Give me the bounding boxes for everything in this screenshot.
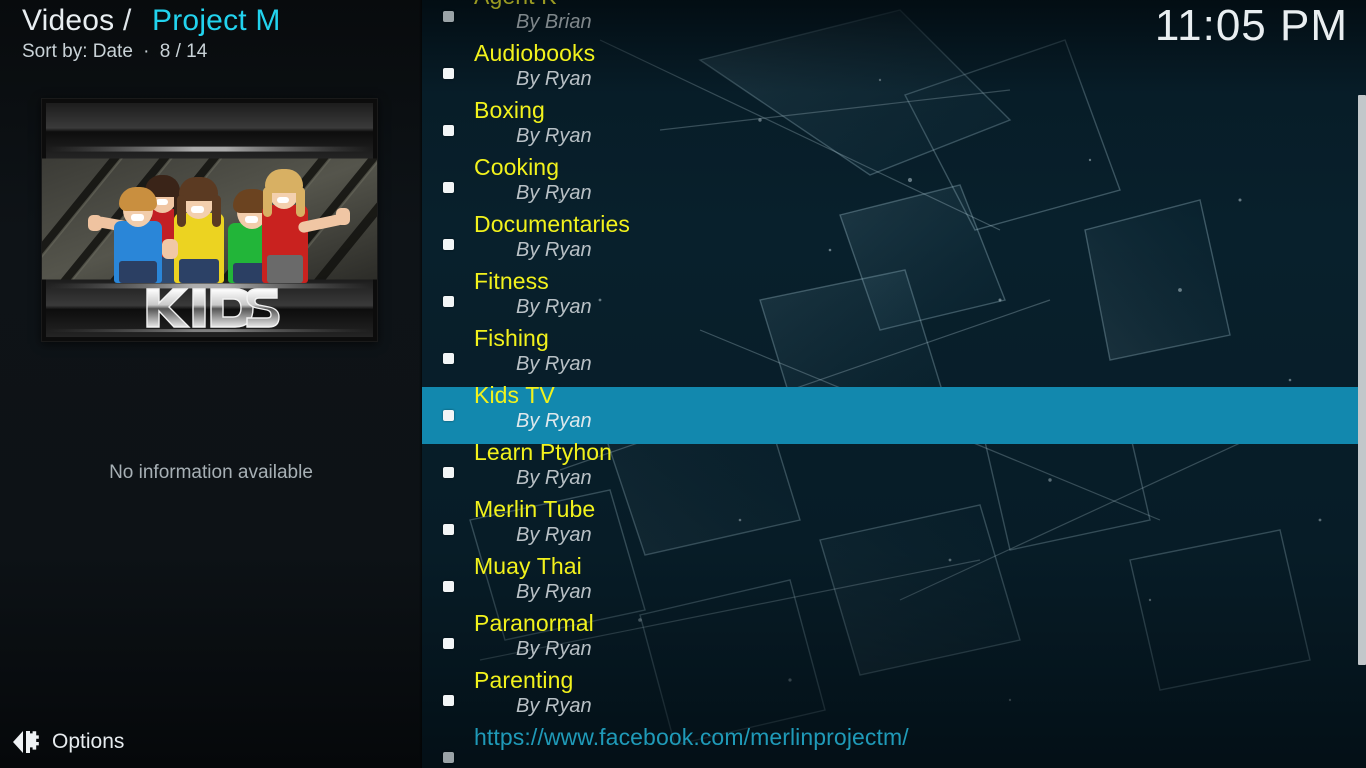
kids-photo — [42, 157, 377, 283]
list-item-subtitle: By Ryan — [516, 125, 592, 147]
sort-and-count: Sort by: Date · 8 / 14 — [22, 40, 412, 64]
list-item-bullet-icon — [443, 182, 454, 193]
list-item-bullet-icon — [443, 467, 454, 478]
list-item-bullet-icon — [443, 410, 454, 421]
list-item-bullet-icon — [443, 296, 454, 307]
list-item-bullet-icon — [443, 239, 454, 250]
list-item-subtitle: By Ryan — [516, 638, 592, 660]
list-item[interactable]: Fitness By Ryan — [422, 268, 1366, 330]
list-item-bullet-icon — [443, 11, 454, 22]
options-button[interactable]: Options — [10, 726, 124, 758]
list-item-subtitle: By Ryan — [516, 68, 592, 90]
list-item[interactable]: https://www.facebook.com/merlinprojectm/ — [422, 724, 1366, 768]
list-item[interactable]: Boxing By Ryan — [422, 97, 1366, 159]
info-panel: Videos / Project M Sort by: Date · 8 / 1… — [0, 0, 422, 768]
item-position: 8 / 14 — [159, 41, 208, 62]
list-item-bullet-icon — [443, 524, 454, 535]
list-item[interactable]: Audiobooks By Ryan — [422, 40, 1366, 102]
list-item-bullet-icon — [443, 353, 454, 364]
media-list[interactable]: Agent KBy BrianAudiobooksBy RyanBoxingBy… — [422, 0, 1366, 768]
separator-dot: · — [143, 41, 150, 62]
list-item-title: https://www.facebook.com/merlinprojectm/ — [474, 724, 909, 750]
breadcrumb: Videos / Project M Sort by: Date · 8 / 1… — [22, 2, 412, 64]
scrollbar-thumb[interactable] — [1358, 95, 1366, 665]
breadcrumb-root[interactable]: Videos — [22, 4, 114, 37]
list-item-subtitle: By Ryan — [516, 524, 592, 546]
thumbnail-caption — [42, 285, 377, 336]
list-item-bullet-icon — [443, 695, 454, 706]
list-item-bullet-icon — [443, 125, 454, 136]
list-item-subtitle: By Brian — [516, 11, 592, 33]
list-item-subtitle: By Ryan — [516, 296, 592, 318]
list-item-subtitle: By Ryan — [516, 467, 592, 489]
options-chevron-gear-icon — [10, 729, 40, 755]
list-item-subtitle: By Ryan — [516, 410, 592, 432]
list-item[interactable]: Documentaries By Ryan — [422, 211, 1366, 273]
list-item[interactable]: Fishing By Ryan — [422, 325, 1366, 387]
list-item-subtitle: By Ryan — [516, 581, 592, 603]
sort-label[interactable]: Sort by: Date — [22, 41, 133, 62]
list-item-subtitle: By Ryan — [516, 182, 592, 204]
thumbnail-image — [41, 98, 378, 342]
list-item-bullet-icon — [443, 581, 454, 592]
breadcrumb-separator: / — [122, 4, 132, 37]
no-information-label: No information available — [109, 462, 313, 483]
kodi-window: Videos / Project M Sort by: Date · 8 / 1… — [0, 0, 1366, 768]
list-scrollbar[interactable] — [1358, 0, 1366, 768]
list-item-subtitle: By Ryan — [516, 353, 592, 375]
list-item-subtitle: By Ryan — [516, 695, 592, 717]
list-item-bullet-icon — [443, 638, 454, 649]
breadcrumb-current: Project M — [152, 4, 281, 37]
options-label: Options — [52, 730, 125, 753]
list-item-bullet-icon — [443, 68, 454, 79]
list-item-subtitle: By Ryan — [516, 239, 592, 261]
thumbnail-container — [41, 98, 378, 342]
list-item-bullet-icon — [443, 752, 454, 763]
